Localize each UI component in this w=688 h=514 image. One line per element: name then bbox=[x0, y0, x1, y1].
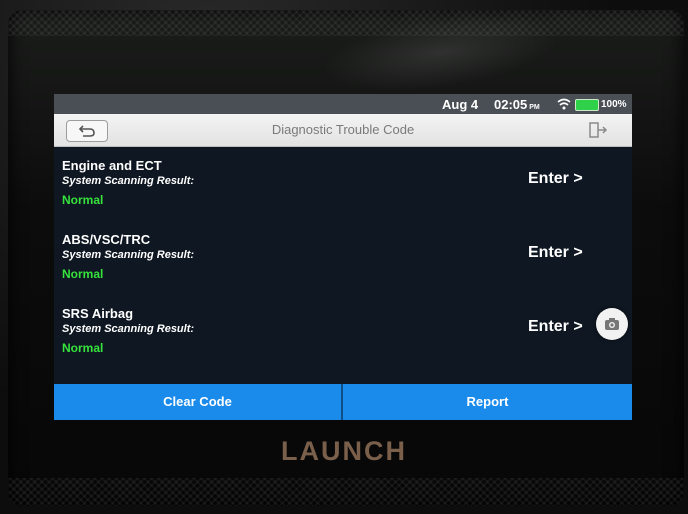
status-date: Aug 4 bbox=[442, 97, 479, 112]
result-row-engine: Engine and ECT System Scanning Result: N… bbox=[54, 158, 632, 230]
enter-button-engine[interactable]: Enter > bbox=[528, 170, 583, 188]
report-button[interactable]: Report bbox=[343, 384, 632, 420]
enter-button-srs[interactable]: Enter > bbox=[528, 318, 583, 336]
bezel-texture-bottom bbox=[8, 478, 684, 506]
title-bar: Diagnostic Trouble Code bbox=[54, 114, 632, 147]
result-row-srs: SRS Airbag System Scanning Result: Norma… bbox=[54, 306, 632, 378]
battery-percent: 100% bbox=[601, 99, 627, 110]
battery-icon bbox=[575, 99, 599, 111]
enter-button-abs[interactable]: Enter > bbox=[528, 244, 583, 262]
scan-status: Normal bbox=[62, 193, 104, 207]
system-name: Engine and ECT bbox=[62, 158, 162, 173]
scan-result-label: System Scanning Result: bbox=[62, 323, 195, 335]
exit-icon bbox=[589, 122, 608, 138]
status-time: 02:05 PM bbox=[494, 97, 540, 112]
status-bar: Aug 4 02:05 PM 100% bbox=[54, 94, 632, 114]
system-name: SRS Airbag bbox=[62, 306, 134, 321]
camera-icon bbox=[605, 318, 619, 330]
page-title: Diagnostic Trouble Code bbox=[271, 122, 415, 137]
bottom-action-bar: Clear Code Report bbox=[54, 384, 632, 420]
system-name: ABS/VSC/TRC bbox=[62, 232, 151, 247]
screenshot-button[interactable] bbox=[596, 308, 628, 340]
exit-button[interactable] bbox=[586, 120, 610, 140]
scan-status: Normal bbox=[62, 267, 104, 281]
scan-result-label: System Scanning Result: bbox=[62, 175, 195, 187]
scan-result-label: System Scanning Result: bbox=[62, 249, 195, 261]
result-row-abs: ABS/VSC/TRC System Scanning Result: Norm… bbox=[54, 232, 632, 304]
device-screen: Aug 4 02:05 PM 100% Diagnostic Trouble Co… bbox=[54, 94, 632, 420]
status-ampm: PM bbox=[529, 104, 540, 111]
scan-status: Normal bbox=[62, 341, 104, 355]
wifi-icon bbox=[557, 97, 571, 111]
clear-code-button[interactable]: Clear Code bbox=[54, 384, 341, 420]
brand-logo: LAUNCH bbox=[281, 436, 407, 466]
status-clock: 02:05 bbox=[494, 97, 528, 112]
